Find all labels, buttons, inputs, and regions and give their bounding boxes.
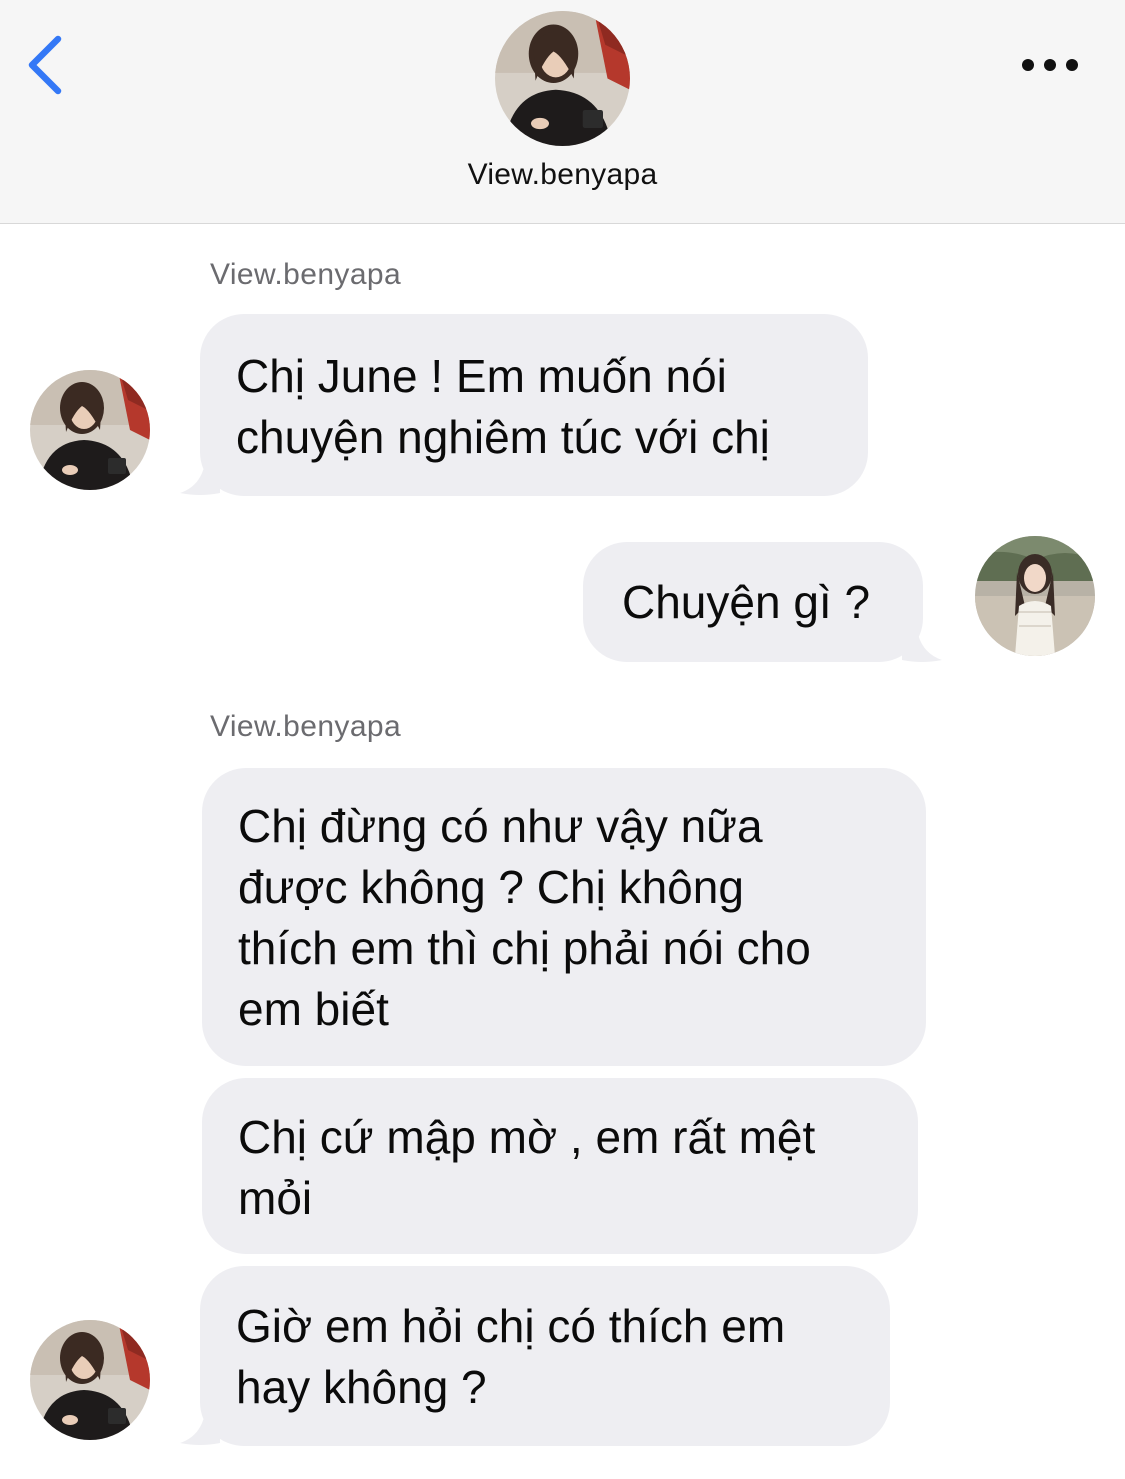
message-line: mỏi [238, 1172, 313, 1224]
message-bubble[interactable]: Chị đừng có như vậy nữa được không ? Chị… [202, 768, 926, 1066]
message-line: Chị đừng có như vậy nữa [238, 800, 763, 852]
more-options-button[interactable] [1015, 48, 1085, 82]
more-dots-icon [1022, 59, 1078, 71]
chat-header: View.benyapa [0, 0, 1125, 224]
my-avatar[interactable] [975, 536, 1095, 656]
sender-avatar[interactable] [30, 370, 150, 490]
message-line: chuyện nghiêm túc với chị [236, 411, 770, 463]
message-line: được không ? Chị không [238, 861, 744, 913]
message-line: Chị cứ mập mờ , em rất mệt [238, 1111, 816, 1163]
message-line: Chị June ! Em muốn nói [236, 350, 727, 402]
message-line: em biết [238, 983, 389, 1035]
sender-name-label: View.benyapa [210, 258, 402, 291]
chevron-left-icon [28, 35, 62, 95]
message-bubble[interactable]: Chị June ! Em muốn nói chuyện nghiêm túc… [200, 314, 868, 496]
message-bubble[interactable]: Chuyện gì ? [583, 542, 923, 662]
contact-name[interactable]: View.benyapa [0, 158, 1125, 192]
message-line: Giờ em hỏi chị có thích em [236, 1300, 786, 1352]
message-line: hay không ? [236, 1361, 487, 1413]
back-button[interactable] [22, 30, 72, 100]
sender-avatar[interactable] [30, 1320, 150, 1440]
message-bubble[interactable]: Chị cứ mập mờ , em rất mệt mỏi [202, 1078, 918, 1254]
message-bubble[interactable]: Giờ em hỏi chị có thích em hay không ? [200, 1266, 890, 1446]
sender-name-label: View.benyapa [210, 710, 402, 743]
message-line: Chuyện gì ? [622, 576, 871, 628]
contact-avatar[interactable] [495, 11, 630, 146]
message-line: thích em thì chị phải nói cho [238, 922, 811, 974]
